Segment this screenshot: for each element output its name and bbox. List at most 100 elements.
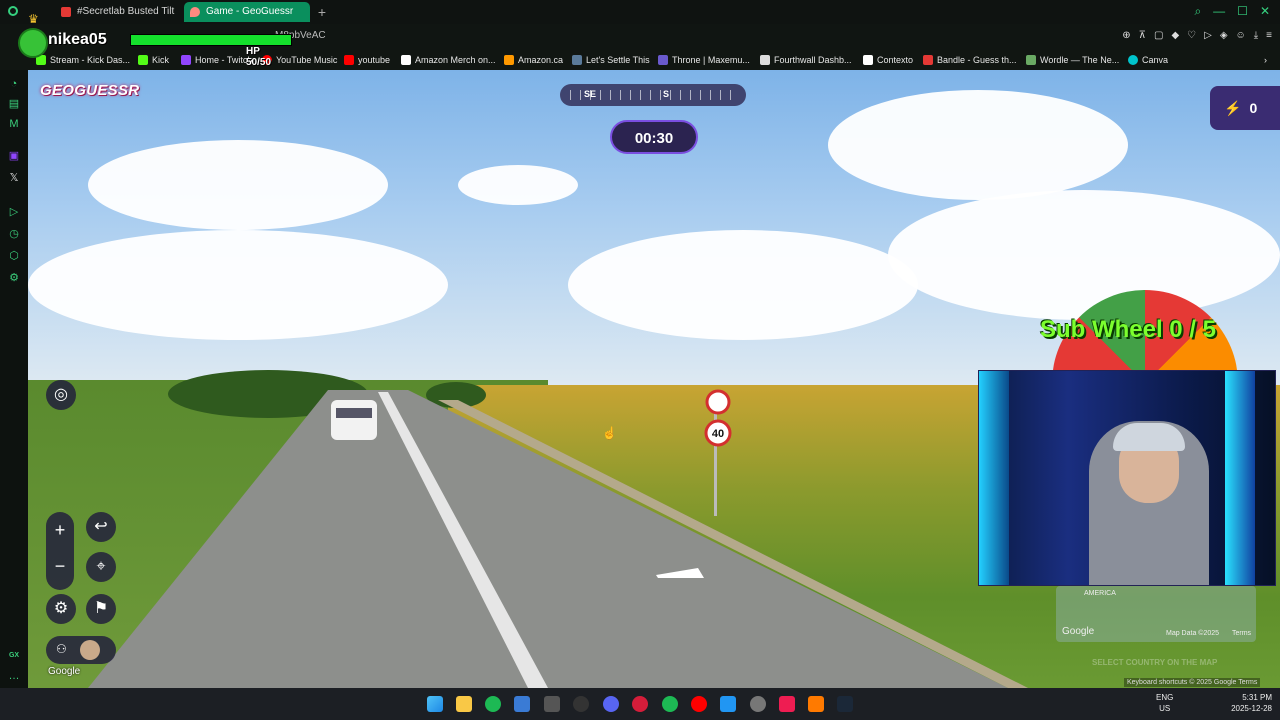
profile-icon[interactable]: ☺ xyxy=(1236,30,1246,41)
sidebar-settings-icon[interactable]: ⚙ xyxy=(8,272,20,284)
app-icon-5[interactable] xyxy=(808,696,824,712)
pin-icon[interactable]: ⊼ xyxy=(1139,30,1146,41)
spotify-icon[interactable] xyxy=(662,696,678,712)
menu-icon[interactable]: ≡ xyxy=(1266,30,1272,41)
sidebar-bag-icon[interactable]: ◔ xyxy=(8,78,20,90)
tiktok-icon[interactable] xyxy=(779,696,795,712)
bookmark-item[interactable]: Amazon Merch on... xyxy=(401,55,496,65)
flag-button[interactable]: ⚑ xyxy=(86,594,116,624)
snapshot-icon[interactable]: ▢ xyxy=(1154,30,1163,41)
road-sign-speed: 40 xyxy=(712,428,724,440)
zoom-in-button[interactable]: + xyxy=(46,512,74,548)
obs-icon[interactable] xyxy=(573,696,589,712)
file-explorer-icon[interactable] xyxy=(456,696,472,712)
checkpoint-button[interactable]: ⌖ xyxy=(86,552,116,582)
youtube-icon xyxy=(61,7,71,17)
tab-label: #Secretlab Busted Tilt - Re xyxy=(77,6,175,17)
settings-button[interactable]: ⚙ xyxy=(46,594,76,624)
fourthwall-icon xyxy=(760,55,770,65)
sidebar-twitch-icon[interactable]: ▣ xyxy=(8,150,20,162)
minimize-icon[interactable]: — xyxy=(1213,4,1225,19)
new-tab-button[interactable]: + xyxy=(313,3,331,21)
clock[interactable]: 5:31 PM 2025-12-28 xyxy=(1231,692,1272,714)
sidebar-x-icon[interactable]: 𝕏 xyxy=(8,172,20,184)
players-icon: ⚇ xyxy=(56,642,67,656)
zoom-out-button[interactable]: − xyxy=(46,548,74,584)
google-watermark: Google xyxy=(48,666,81,677)
wordle-icon xyxy=(1026,55,1036,65)
select-country-hint: SELECT COUNTRY ON THE MAP xyxy=(1092,658,1218,667)
player-pill[interactable]: ⚇ xyxy=(46,636,116,664)
bookmark-item[interactable]: Let's Settle This xyxy=(572,55,650,65)
player-avatar xyxy=(80,640,100,660)
bookmark-item[interactable]: Fourthwall Dashb... xyxy=(760,55,852,65)
opera-gx-icon[interactable] xyxy=(632,696,648,712)
shield-icon[interactable]: ◆ xyxy=(1171,30,1179,41)
sidebar-wallet-icon[interactable]: ▤ xyxy=(8,98,20,110)
sidebar-cube-icon[interactable]: ⬡ xyxy=(8,250,20,262)
play-icon[interactable]: ▷ xyxy=(1204,30,1212,41)
location-pin-icon xyxy=(190,7,200,17)
sidebar-clock-icon[interactable]: ◷ xyxy=(8,228,20,240)
undo-move-button[interactable]: ↩ xyxy=(86,512,116,542)
streamer-webcam xyxy=(978,370,1276,586)
tab-secretlab[interactable]: #Secretlab Busted Tilt - Re xyxy=(55,2,175,22)
app-icon-2[interactable] xyxy=(544,696,560,712)
compass: SE S xyxy=(560,84,746,106)
maximize-icon[interactable]: ☐ xyxy=(1237,4,1248,19)
bookmark-item[interactable]: Bandle - Guess th... xyxy=(923,55,1017,65)
canva-icon xyxy=(1128,55,1138,65)
minimap-terms-link[interactable]: Terms xyxy=(1232,630,1251,637)
app-icon-4[interactable] xyxy=(750,696,766,712)
bookmark-item[interactable]: youtube xyxy=(344,55,390,65)
amazon-icon xyxy=(504,55,514,65)
app-icon[interactable] xyxy=(514,696,530,712)
download-icon[interactable]: ⤓ xyxy=(1254,30,1258,41)
language-indicator[interactable]: ENG US xyxy=(1156,692,1173,714)
bookmark-item[interactable]: Amazon.ca xyxy=(504,55,563,65)
sidebar-gx-icon[interactable]: GX xyxy=(8,650,20,662)
bookmark-item[interactable]: Throne | Maxemu... xyxy=(658,55,750,65)
viewer-overlay: ♛ nikea05 HP 50/50 xyxy=(18,12,292,68)
bandle-icon xyxy=(923,55,933,65)
bookmarks-overflow-icon[interactable]: › xyxy=(1264,55,1267,65)
bookmark-item[interactable]: Contexto xyxy=(863,55,913,65)
zoom-icon[interactable]: ⊕ xyxy=(1122,30,1130,41)
browser-menu-icon[interactable] xyxy=(8,6,18,16)
energy-value: 0 xyxy=(1249,100,1258,116)
search-icon[interactable]: ⌕ xyxy=(1194,4,1201,19)
xbox-icon[interactable] xyxy=(485,696,501,712)
hp-bar xyxy=(130,34,292,46)
compass-s: S xyxy=(663,89,670,99)
windows-taskbar: ENG US 5:31 PM 2025-12-28 xyxy=(0,688,1280,720)
sidebar-more-icon[interactable]: … xyxy=(8,670,20,682)
bookmark-item[interactable]: Canva xyxy=(1128,55,1168,65)
zoom-controls: + − xyxy=(46,512,74,590)
return-to-start-button[interactable]: ◎ xyxy=(46,380,76,410)
windows-start-icon[interactable] xyxy=(427,696,443,712)
clock-time: 5:31 PM xyxy=(1242,693,1272,702)
map-attribution: Keyboard shortcuts © 2025 Google Terms xyxy=(1124,678,1261,687)
extension-icon[interactable]: ◈ xyxy=(1220,30,1228,41)
settle-icon xyxy=(572,55,582,65)
minimap-region-label: AMERICA xyxy=(1084,590,1116,597)
heart-icon[interactable]: ♡ xyxy=(1187,30,1196,41)
close-icon[interactable]: ✕ xyxy=(1260,4,1270,19)
guess-minimap[interactable]: AMERICA Google Map Data ©2025 Terms xyxy=(1056,586,1256,642)
tab-geoguessr[interactable]: Game - GeoGuessr xyxy=(184,2,310,22)
youtube-icon[interactable] xyxy=(691,696,707,712)
app-icon-3[interactable] xyxy=(720,696,736,712)
sidebar-m-icon[interactable]: M xyxy=(8,118,20,130)
compass-se: SE xyxy=(584,89,597,99)
hp-bar-fill xyxy=(131,35,291,45)
bookmark-item[interactable]: Wordle — The Ne... xyxy=(1026,55,1119,65)
tab-label: Game - GeoGuessr xyxy=(206,6,294,17)
discord-icon[interactable] xyxy=(603,696,619,712)
clock-date: 2025-12-28 xyxy=(1231,704,1272,713)
sidebar-play-icon[interactable]: ▷ xyxy=(8,206,20,218)
geoguessr-game[interactable]: 40 GEOGUESSR SE S 00:30 ⚡ 0 ◎ + − ↩ ⌖ ⚙ ⚑… xyxy=(28,70,1280,688)
steam-icon[interactable] xyxy=(837,696,853,712)
youtube-icon xyxy=(344,55,354,65)
sub-wheel-label: Sub Wheel 0 / 5 xyxy=(1039,316,1217,343)
contexto-icon xyxy=(863,55,873,65)
